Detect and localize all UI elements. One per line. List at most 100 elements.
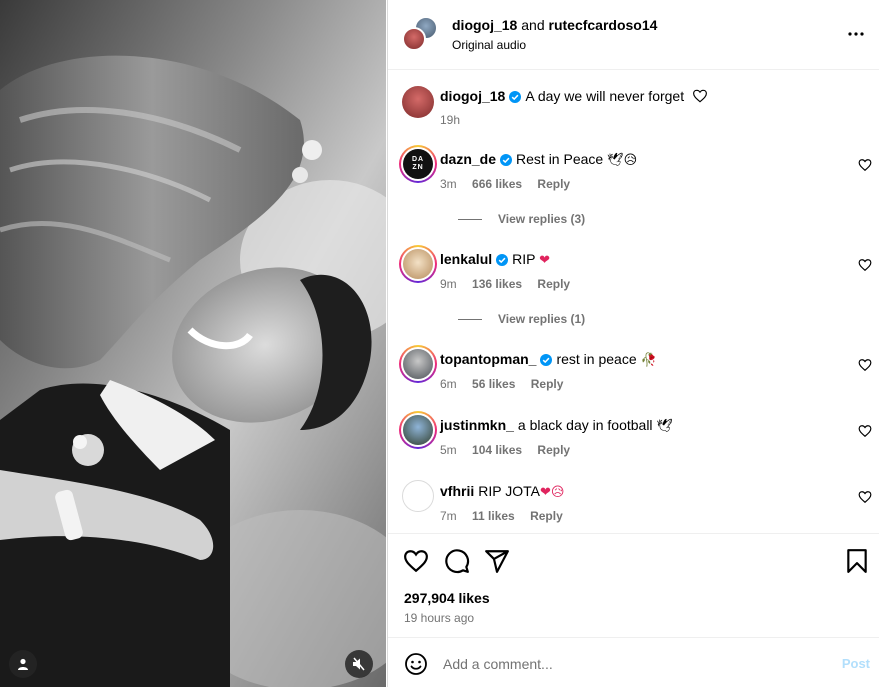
comment-input[interactable]: [443, 651, 813, 677]
comment-time: 7m: [440, 509, 457, 523]
comment-time: 6m: [440, 377, 457, 391]
comment-username[interactable]: dazn_de: [440, 151, 496, 167]
post-photo: [0, 0, 386, 687]
like-comment-heart-icon[interactable]: [858, 358, 872, 372]
story-ring[interactable]: [399, 245, 437, 283]
like-heart-icon[interactable]: [403, 548, 429, 574]
comment-text: dazn_de Rest in Peace 🕊😥: [440, 150, 637, 170]
comment-likes[interactable]: 56 likes: [472, 377, 515, 391]
comment-likes[interactable]: 104 likes: [472, 443, 522, 457]
dazn-logo: DA ZN: [411, 156, 425, 171]
like-comment-heart-icon[interactable]: [858, 258, 872, 272]
comment-meta: 5m 104 likes Reply: [440, 443, 582, 457]
avatar[interactable]: [402, 480, 434, 512]
caption-meta: 19h: [440, 113, 472, 127]
collab-avatars[interactable]: [402, 16, 438, 52]
more-options-button[interactable]: [844, 25, 868, 43]
story-ring[interactable]: DA ZN: [399, 145, 437, 183]
emoji-icon[interactable]: [404, 652, 428, 676]
caption-time: 19h: [440, 113, 461, 127]
post-button[interactable]: Post: [842, 656, 870, 671]
avatar: DA ZN: [403, 149, 433, 179]
comment-meta: 9m 136 likes Reply: [440, 277, 582, 291]
user-icon: [18, 658, 28, 670]
replies-divider: [458, 318, 482, 320]
comment-bubble-icon[interactable]: [444, 548, 470, 574]
caption-text: diogoj_18 A day we will never forget: [440, 87, 708, 105]
comment-username[interactable]: vfhrii: [440, 483, 474, 499]
comment-emoji: ❤: [539, 253, 551, 268]
comment-meta: 6m 56 likes Reply: [440, 377, 575, 391]
comment-emoji: 🕊: [656, 419, 673, 434]
comment-body: Rest in Peace: [516, 151, 604, 167]
comment-username[interactable]: lenkalul: [440, 251, 492, 267]
tagged-users-button[interactable]: [9, 650, 37, 678]
avatar[interactable]: [402, 86, 434, 118]
share-paper-plane-icon[interactable]: [484, 548, 510, 574]
author-link[interactable]: diogoj_18: [452, 17, 517, 33]
comment-body: RIP JOTA: [478, 483, 540, 499]
verified-badge-icon: [540, 354, 553, 366]
comment-emoji: ❤😥: [539, 485, 565, 500]
mute-button[interactable]: [345, 650, 373, 678]
caption-username[interactable]: diogoj_18: [440, 88, 505, 104]
comment-time: 3m: [440, 177, 457, 191]
reply-button[interactable]: Reply: [531, 377, 564, 391]
verified-badge-icon: [500, 154, 513, 166]
comment-username[interactable]: topantopman_: [440, 351, 536, 367]
reply-button[interactable]: Reply: [537, 443, 570, 457]
like-comment-heart-icon[interactable]: [858, 424, 872, 438]
post-media[interactable]: [0, 0, 386, 687]
post-actions: 297,904 likes 19 hours ago: [388, 533, 879, 635]
avatar: [402, 27, 426, 51]
comment-meta: 3m 666 likes Reply: [440, 177, 582, 191]
reply-button[interactable]: Reply: [530, 509, 563, 523]
author-link[interactable]: rutecfcardoso14: [549, 17, 658, 33]
comments-list[interactable]: diogoj_18 A day we will never forget 19h …: [388, 71, 879, 533]
view-replies-label: View replies (3): [498, 212, 586, 226]
story-ring[interactable]: [399, 411, 437, 449]
more-icon: [848, 32, 864, 36]
comment-meta: 7m 11 likes Reply: [440, 509, 575, 523]
heart-outline-icon: [693, 89, 707, 103]
comment-body: rest in peace: [556, 351, 637, 367]
replies-divider: [458, 218, 482, 220]
caption-body: A day we will never forget: [525, 88, 685, 104]
post-authors: diogoj_18 and rutecfcardoso14: [452, 17, 657, 33]
comment-emoji: 🕊😥: [607, 153, 638, 168]
comment-text: justinmkn_ a black day in football 🕊: [440, 416, 673, 436]
verified-badge-icon: [496, 254, 509, 266]
like-comment-heart-icon[interactable]: [858, 490, 872, 504]
avatar: [403, 415, 433, 445]
post-timestamp: 19 hours ago: [404, 611, 475, 625]
reply-button[interactable]: Reply: [537, 277, 570, 291]
avatar: [403, 249, 433, 279]
comment-time: 9m: [440, 277, 457, 291]
comment-likes[interactable]: 11 likes: [472, 509, 515, 523]
verified-badge-icon: [509, 91, 522, 103]
comment-username[interactable]: justinmkn_: [440, 417, 514, 433]
authors-conjunction: and: [521, 17, 545, 33]
view-replies-button[interactable]: View replies (1): [458, 312, 585, 326]
comment-text: vfhrii RIP JOTA❤😥: [440, 482, 564, 502]
comment-text: lenkalul RIP ❤: [440, 250, 550, 270]
comment-body: RIP: [512, 251, 536, 267]
comment-likes[interactable]: 666 likes: [472, 177, 522, 191]
comment-composer: Post: [388, 637, 879, 687]
reply-button[interactable]: Reply: [537, 177, 570, 191]
audio-link[interactable]: Original audio: [452, 38, 526, 52]
comment-likes[interactable]: 136 likes: [472, 277, 522, 291]
comment-body: a black day in football: [517, 417, 653, 433]
post-header: diogoj_18 and rutecfcardoso14 Original a…: [388, 0, 879, 70]
like-comment-heart-icon[interactable]: [858, 158, 872, 172]
save-bookmark-icon[interactable]: [844, 548, 870, 574]
comment-emoji: 🥀: [640, 353, 657, 368]
story-ring[interactable]: [399, 345, 437, 383]
comment-time: 5m: [440, 443, 457, 457]
speaker-muted-icon: [353, 657, 365, 671]
view-replies-label: View replies (1): [498, 312, 586, 326]
avatar: [403, 349, 433, 379]
likes-count[interactable]: 297,904 likes: [404, 590, 490, 606]
view-replies-button[interactable]: View replies (3): [458, 212, 585, 226]
post-panel: diogoj_18 and rutecfcardoso14 Original a…: [387, 0, 879, 687]
